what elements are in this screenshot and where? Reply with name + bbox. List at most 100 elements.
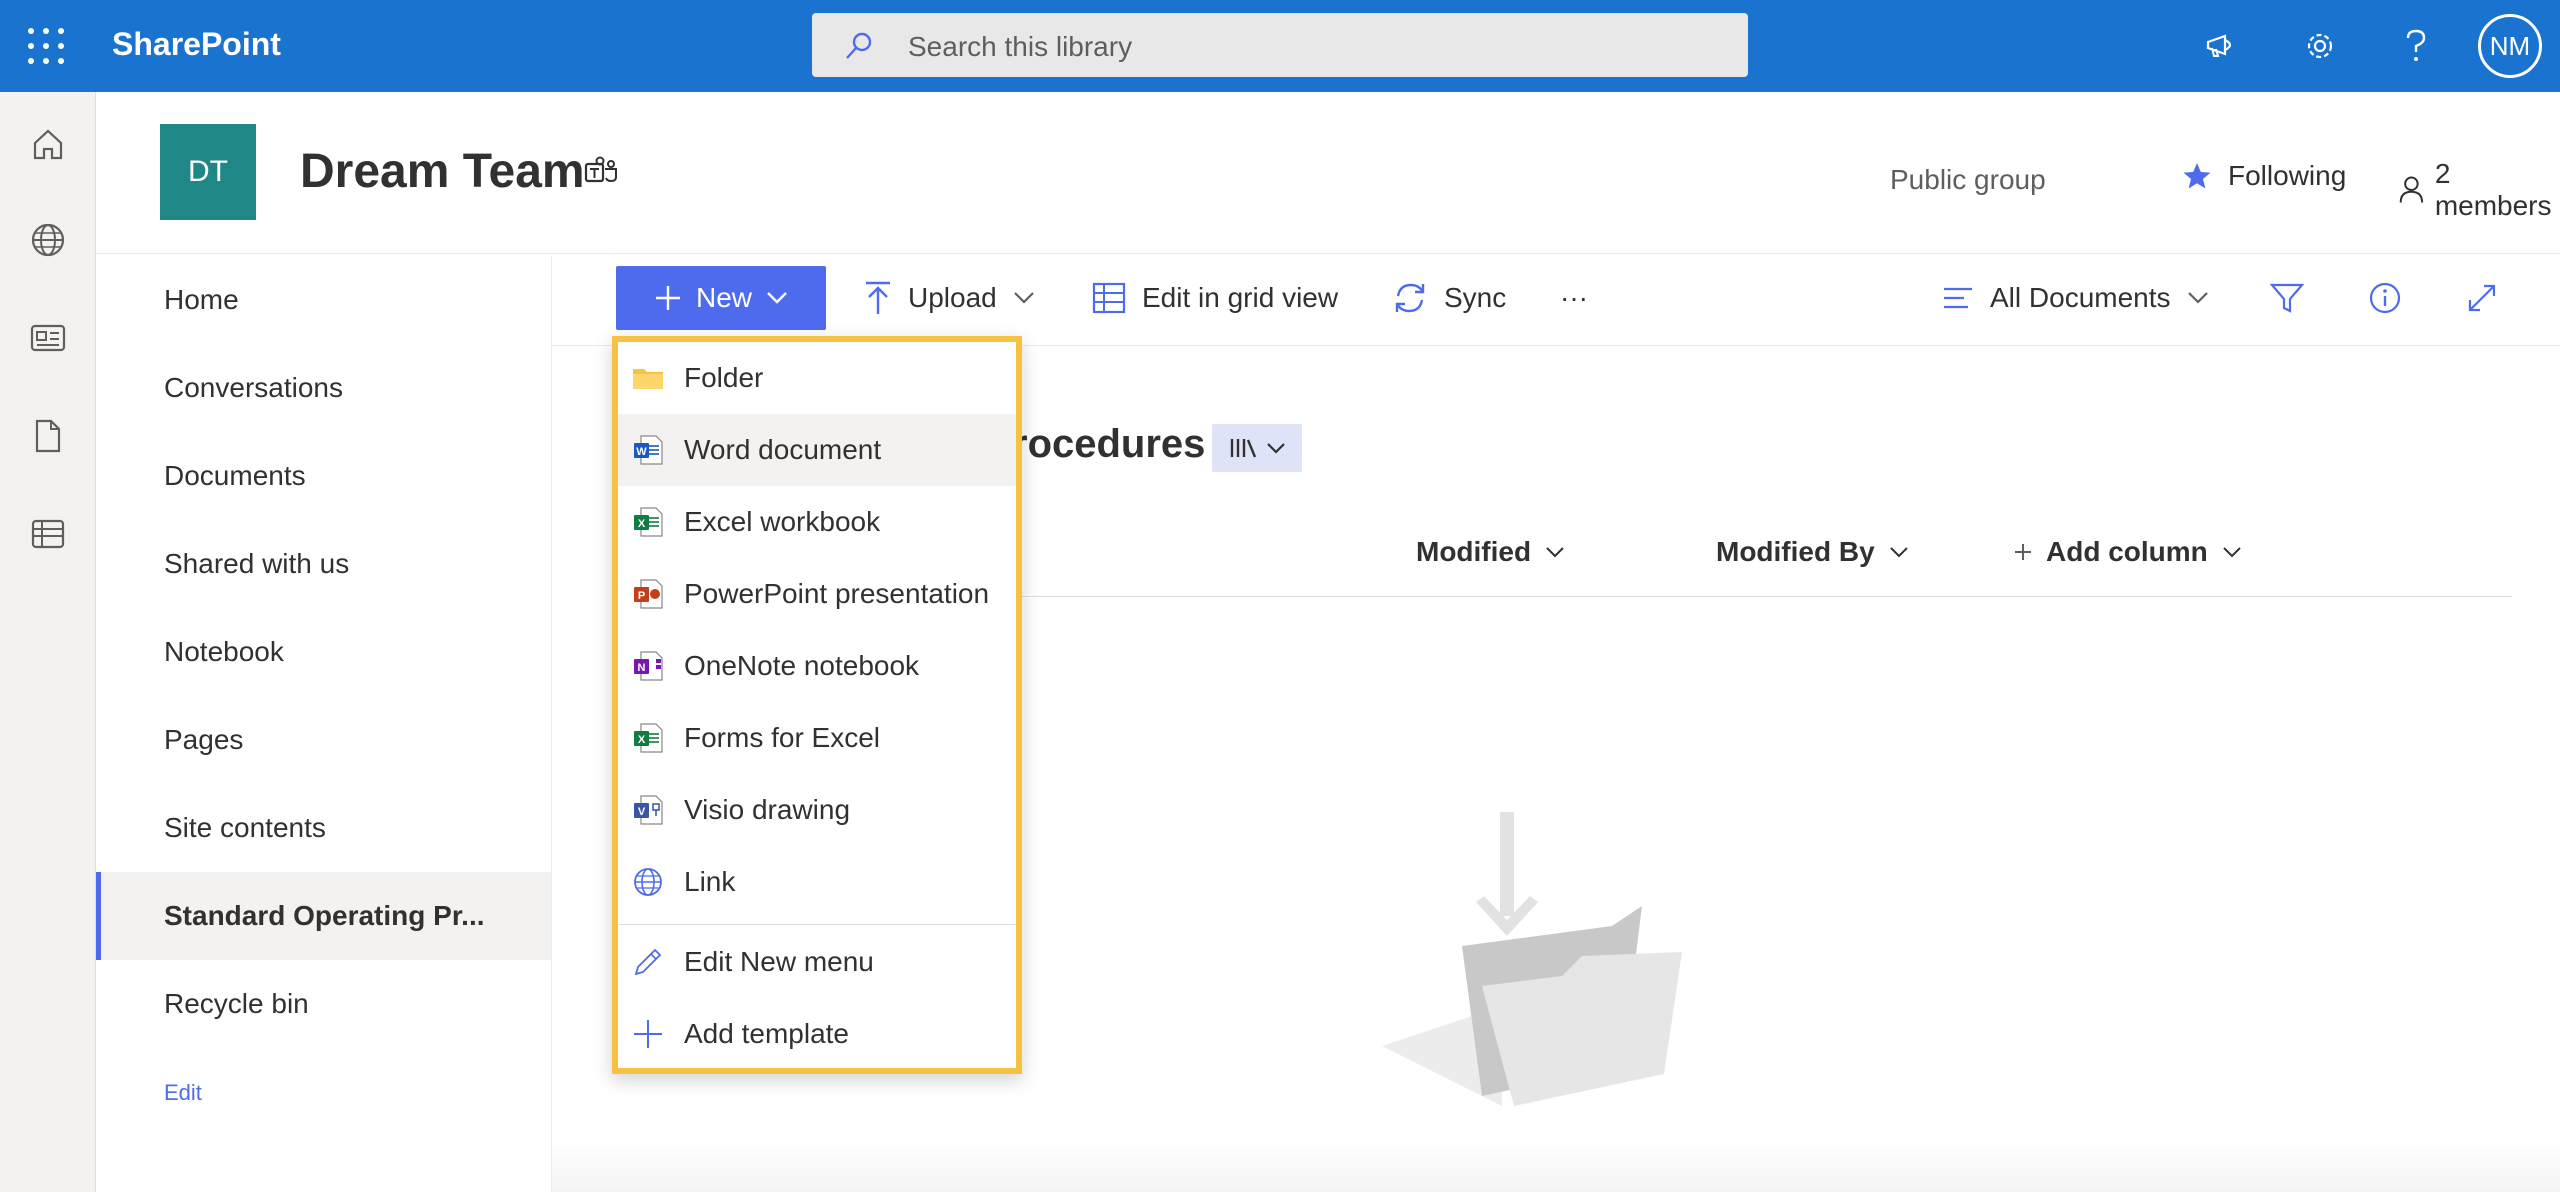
search-icon: [846, 32, 872, 59]
site-header: DT Dream Team Public group Following 2 m…: [96, 92, 2560, 254]
nav-item-notebook[interactable]: Notebook: [96, 608, 551, 696]
new-menu-item-visio-drawing[interactable]: V Visio drawing: [618, 774, 1016, 846]
word-icon: W: [634, 435, 663, 465]
site-title[interactable]: Dream Team: [300, 144, 585, 199]
onenote-icon: N: [634, 651, 663, 681]
app-name[interactable]: SharePoint: [112, 26, 281, 63]
new-menu-item-label: OneNote notebook: [684, 650, 920, 681]
new-menu-item-add-template[interactable]: Add template: [618, 998, 1016, 1070]
edit-in-grid-view-button[interactable]: Edit in grid view: [1092, 272, 1338, 324]
chevron-down-icon: [2187, 292, 2208, 304]
svg-text:P: P: [638, 590, 645, 602]
new-menu-item-word-document[interactable]: W Word document: [618, 414, 1016, 486]
chevron-down-icon: [1546, 547, 1564, 558]
grid-icon: [1092, 282, 1126, 314]
chevron-down-icon: [2223, 547, 2241, 558]
nav-item-shared-with-us[interactable]: Shared with us: [96, 520, 551, 608]
lines-icon: [1944, 287, 1972, 309]
new-menu-item-link[interactable]: Link: [618, 846, 1016, 918]
menu-divider: [618, 924, 1016, 925]
nav-item-recycle-bin[interactable]: Recycle bin: [96, 960, 551, 1048]
new-menu-item-folder[interactable]: Folder: [618, 342, 1016, 414]
nav-item-conversations[interactable]: Conversations: [96, 344, 551, 432]
globe-icon: [634, 868, 662, 896]
chevron-down-icon: [767, 292, 787, 304]
members-label: 2 members: [2434, 158, 2552, 221]
expand-icon[interactable]: [2466, 272, 2498, 324]
new-menu-item-label: Add template: [684, 1018, 849, 1049]
new-menu-item-powerpoint-presentation[interactable]: P PowerPoint presentation: [618, 558, 1016, 630]
add-column-button[interactable]: Add column: [2014, 536, 2242, 568]
globe-icon[interactable]: [28, 220, 68, 260]
chevron-down-icon: [1267, 443, 1285, 454]
following-button[interactable]: Following: [2182, 160, 2346, 192]
column-header-modified-label: Modified: [1416, 536, 1532, 567]
column-header-divider: [1012, 596, 2512, 597]
plus-icon: [634, 1020, 662, 1048]
search-placeholder: Search this library: [908, 31, 1133, 62]
new-menu-item-onenote-notebook[interactable]: N OneNote notebook: [618, 630, 1016, 702]
gear-icon[interactable]: [2298, 24, 2342, 68]
view-switcher-button[interactable]: All Documents: [1942, 272, 2209, 324]
new-menu-item-label: Visio drawing: [684, 794, 851, 825]
help-icon[interactable]: [2394, 24, 2438, 68]
empty-folder-illustration: [1382, 812, 1682, 1106]
sync-button[interactable]: Sync: [1392, 272, 1506, 324]
nav-item-pages[interactable]: Pages: [96, 696, 551, 784]
column-header-modified[interactable]: Modified: [1416, 536, 1565, 568]
upload-label: Upload: [908, 282, 997, 313]
nav-item-site-contents[interactable]: Site contents: [96, 784, 551, 872]
upload-button[interactable]: Upload: [864, 272, 1035, 324]
forms-excel-icon: X: [634, 723, 663, 753]
members-button[interactable]: 2 members: [2398, 158, 2560, 222]
new-button-label: New: [695, 282, 752, 313]
svg-text:X: X: [638, 518, 646, 530]
user-avatar[interactable]: NM: [2478, 14, 2542, 78]
nav-edit-link[interactable]: Edit: [164, 1080, 202, 1106]
new-menu-item-label: Link: [684, 866, 736, 897]
site-logo[interactable]: DT: [160, 124, 256, 220]
info-icon[interactable]: [2368, 272, 2402, 324]
svg-text:N: N: [638, 662, 646, 674]
command-bar: New Upload Edit in grid view Sync ··· Al…: [552, 256, 2560, 346]
library-icon: [1230, 439, 1257, 458]
new-menu-item-edit-new-menu[interactable]: Edit New menu: [618, 926, 1016, 998]
excel-icon: X: [634, 507, 663, 537]
view-switcher-label: All Documents: [1990, 282, 2171, 313]
upload-icon: [866, 281, 890, 314]
app-launcher-icon[interactable]: [28, 28, 64, 64]
person-icon: [2399, 176, 2424, 203]
svg-text:V: V: [638, 806, 646, 818]
filter-icon[interactable]: [2270, 272, 2304, 324]
teams-icon[interactable]: [584, 156, 618, 191]
new-menu-item-excel-workbook[interactable]: X Excel workbook: [618, 486, 1016, 558]
app-rail: [0, 92, 96, 1192]
megaphone-icon[interactable]: [2200, 24, 2244, 68]
star-filled-icon: [2183, 163, 2211, 189]
edit-in-grid-view-label: Edit in grid view: [1142, 282, 1339, 313]
home-icon[interactable]: [28, 124, 68, 164]
new-button[interactable]: New: [616, 266, 826, 330]
more-button[interactable]: ···: [1560, 272, 1588, 324]
new-menu-item-label: Folder: [684, 362, 764, 393]
visio-icon: V: [634, 795, 663, 825]
new-menu-item-label: Excel workbook: [684, 506, 881, 537]
chevron-down-icon: [1889, 547, 1908, 558]
nav-item-standard-operating-procedures[interactable]: Standard Operating Pr...: [96, 872, 551, 960]
folder-icon: [633, 369, 663, 389]
lists-icon[interactable]: [28, 514, 68, 554]
add-column-label: Add column: [2046, 536, 2208, 567]
news-icon[interactable]: [28, 318, 68, 358]
sync-icon: [1395, 283, 1425, 313]
new-menu-item-forms-for-excel[interactable]: X Forms for Excel: [618, 702, 1016, 774]
new-menu-dropdown: Folder W Word document X Excel workbook …: [612, 336, 1022, 1074]
nav-item-documents[interactable]: Documents: [96, 432, 551, 520]
library-view-button[interactable]: [1212, 424, 1302, 472]
library-title: rocedures: [1012, 422, 1206, 466]
file-icon[interactable]: [28, 416, 68, 456]
column-header-modified-by[interactable]: Modified By: [1716, 536, 1909, 568]
powerpoint-icon: P: [634, 579, 663, 609]
search-box[interactable]: Search this library: [812, 13, 1748, 77]
sync-label: Sync: [1444, 282, 1507, 313]
nav-item-home[interactable]: Home: [96, 256, 551, 344]
